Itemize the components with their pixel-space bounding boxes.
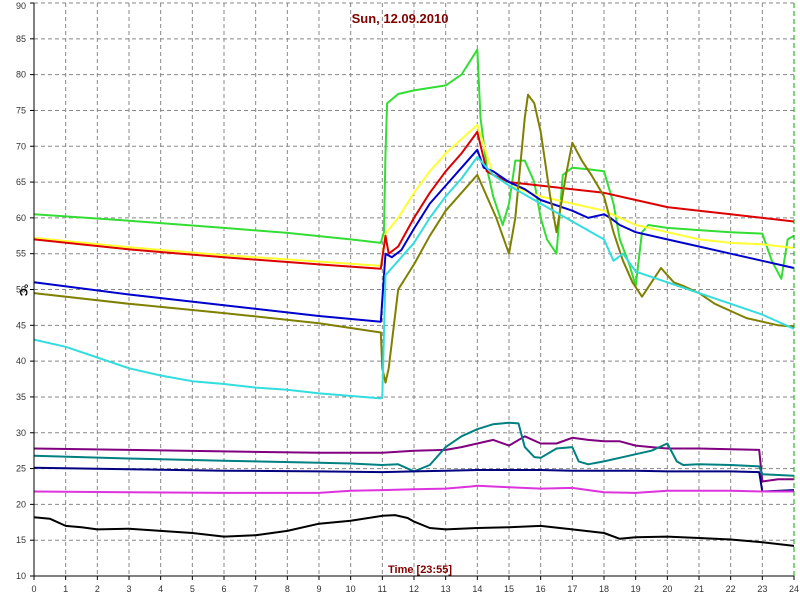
x-tick-label: 8: [285, 584, 290, 594]
y-tick-label: 25: [16, 464, 26, 474]
x-tick-label: 18: [599, 584, 609, 594]
x-tick-label: 16: [536, 584, 546, 594]
x-tick-label: 21: [694, 584, 704, 594]
x-tick-label: 17: [567, 584, 577, 594]
x-tick-label: 12: [409, 584, 419, 594]
x-tick-label: 3: [126, 584, 131, 594]
x-tick-label: 19: [631, 584, 641, 594]
y-tick-label: 90: [16, 1, 26, 11]
x-tick-label: 24: [789, 584, 799, 594]
y-tick-label: 10: [16, 571, 26, 581]
y-tick-label: 70: [16, 141, 26, 151]
y-tick-label: 35: [16, 392, 26, 402]
y-tick-label: 45: [16, 320, 26, 330]
y-tick-label: 65: [16, 177, 26, 187]
y-tick-label: 20: [16, 499, 26, 509]
y-tick-label: 80: [16, 70, 26, 80]
line-chart: 0 1 2 3 4 5 6 7 8 9 10 11 12 13 14 15 16 17 18 19 20 21 22 23 24…: [0, 0, 800, 600]
x-tick-label: 15: [504, 584, 514, 594]
x-tick-label: 20: [662, 584, 672, 594]
x-tick-label: 10: [346, 584, 356, 594]
x-tick-label: 4: [158, 584, 163, 594]
x-tick-label: 23: [757, 584, 767, 594]
x-tick-label: 6: [221, 584, 226, 594]
y-tick-label: 15: [16, 535, 26, 545]
x-tick-label: 13: [441, 584, 451, 594]
axes: 0 1 2 3 4 5 6 7 8 9 10 11 12 13 14 15 16 17 18 19 20 21 22 23 24…: [16, 1, 799, 594]
x-axis-label: Time [23:55]: [388, 564, 452, 576]
chart-svg: 0 1 2 3 4 5 6 7 8 9 10 11 12 13 14 15 16 17 18 19 20 21 22 23 24…: [16, 1, 799, 594]
chart-title: Sun, 12.09.2010: [352, 11, 449, 26]
x-tick-label: 7: [253, 584, 258, 594]
y-tick-label: 75: [16, 105, 26, 115]
x-tick-label: 14: [472, 584, 482, 594]
y-tick-label: 30: [16, 428, 26, 438]
x-tick-label: 22: [726, 584, 736, 594]
x-tick-label: 11: [378, 584, 387, 594]
x-tick-label: 5: [190, 584, 195, 594]
y-tick-label: 40: [16, 356, 26, 366]
y-tick-label: 60: [16, 213, 26, 223]
x-tick-label: 1: [63, 584, 68, 594]
x-tick-label: 0: [31, 584, 36, 594]
y-tick-label: 85: [16, 34, 26, 44]
x-tick-label: 9: [316, 584, 321, 594]
y-axis-label: °C: [17, 284, 29, 296]
y-tick-label: 55: [16, 249, 26, 259]
x-tick-label: 2: [95, 584, 100, 594]
